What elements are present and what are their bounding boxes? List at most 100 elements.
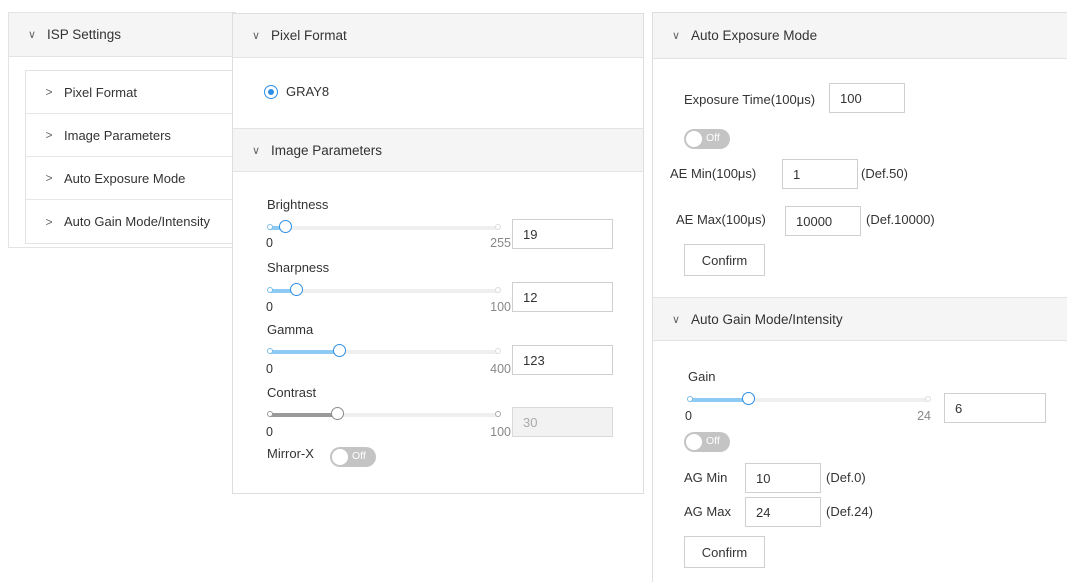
slider-max-dot xyxy=(925,396,931,402)
isp-settings-header[interactable]: ∨ ISP Settings xyxy=(9,13,235,57)
ag-max-input[interactable] xyxy=(745,497,821,527)
brightness-max: 255 xyxy=(490,236,511,250)
nav-item-auto-gain-mode[interactable]: > Auto Gain Mode/Intensity xyxy=(26,200,236,243)
toggle-state-text: Off xyxy=(706,435,720,447)
slider-handle[interactable] xyxy=(742,392,755,405)
image-parameters-header[interactable]: ∨ Image Parameters xyxy=(233,128,643,172)
gain-min: 0 xyxy=(685,409,692,423)
nav-item-label: Image Parameters xyxy=(64,127,171,143)
chevron-right-icon: > xyxy=(45,85,53,99)
slider-min-dot xyxy=(687,396,693,402)
brightness-slider[interactable] xyxy=(267,220,501,233)
slider-min-dot xyxy=(267,348,273,354)
mirror-x-label: Mirror-X xyxy=(267,446,314,461)
slider-max-dot xyxy=(495,224,501,230)
exposure-time-label: Exposure Time(100μs) xyxy=(684,92,816,107)
nav-item-label: Pixel Format xyxy=(64,84,137,100)
pixel-format-header[interactable]: ∨ Pixel Format xyxy=(233,14,643,58)
brightness-min: 0 xyxy=(266,236,273,250)
pixel-format-title: Pixel Format xyxy=(271,28,347,43)
chevron-right-icon: > xyxy=(45,128,53,142)
gain-input[interactable] xyxy=(944,393,1046,423)
isp-settings-panel: ∨ ISP Settings > Pixel Format > Image Pa… xyxy=(8,12,236,248)
ae-max-default: (Def.10000) xyxy=(866,212,935,227)
pixel-image-panel: ∨ Pixel Format GRAY8 ∨ Image Parameters … xyxy=(232,13,644,494)
isp-settings-list: > Pixel Format > Image Parameters > Auto… xyxy=(25,70,236,244)
contrast-max: 100 xyxy=(490,425,511,439)
mirror-x-toggle[interactable]: Off xyxy=(330,447,376,467)
contrast-slider xyxy=(267,407,501,420)
gamma-max: 400 xyxy=(490,362,511,376)
slider-handle[interactable] xyxy=(332,344,346,357)
toggle-state-text: Off xyxy=(706,132,720,144)
ae-min-input[interactable] xyxy=(782,159,858,189)
exposure-gain-panel: ∨ Auto Exposure Mode Exposure Time(100μs… xyxy=(652,12,1067,582)
slider-fill xyxy=(689,398,749,402)
chevron-down-icon: ∨ xyxy=(251,144,261,157)
slider-min-dot xyxy=(267,411,273,417)
gain-slider[interactable] xyxy=(687,392,931,405)
radio-dot xyxy=(267,88,274,95)
sharpness-min: 0 xyxy=(266,300,273,314)
chevron-right-icon: > xyxy=(45,171,53,185)
ag-max-label: AG Max xyxy=(684,504,731,519)
contrast-label: Contrast xyxy=(267,385,317,400)
sharpness-max: 100 xyxy=(490,300,511,314)
ae-min-label: AE Min(100μs) xyxy=(670,166,757,181)
ag-min-input[interactable] xyxy=(745,463,821,493)
gamma-slider[interactable] xyxy=(267,344,501,357)
brightness-input[interactable] xyxy=(512,219,613,249)
nav-item-image-parameters[interactable]: > Image Parameters xyxy=(26,114,236,157)
ag-min-label: AG Min xyxy=(684,470,728,485)
ag-confirm-button[interactable]: Confirm xyxy=(684,536,765,568)
ag-min-default: (Def.0) xyxy=(826,470,866,485)
sharpness-slider[interactable] xyxy=(267,283,501,296)
sharpness-input[interactable] xyxy=(512,282,613,312)
slider-handle[interactable] xyxy=(279,220,293,233)
gamma-min: 0 xyxy=(266,362,273,376)
slider-min-dot xyxy=(267,224,273,230)
slider-max-dot xyxy=(495,287,501,293)
nav-item-pixel-format[interactable]: > Pixel Format xyxy=(26,71,236,114)
chevron-right-icon: > xyxy=(45,214,53,229)
ae-confirm-button[interactable]: Confirm xyxy=(684,244,765,276)
nav-item-auto-exposure-mode[interactable]: > Auto Exposure Mode xyxy=(26,157,236,200)
toggle-knob xyxy=(686,131,702,147)
image-parameters-title: Image Parameters xyxy=(271,142,383,158)
gamma-input[interactable] xyxy=(512,345,613,375)
chevron-down-icon: ∨ xyxy=(251,30,261,42)
gray8-radio[interactable] xyxy=(264,85,278,99)
ag-max-default: (Def.24) xyxy=(826,504,873,519)
toggle-knob xyxy=(332,449,348,465)
slider-max-dot xyxy=(495,348,501,354)
toggle-state-text: Off xyxy=(352,450,366,462)
isp-settings-title: ISP Settings xyxy=(47,27,122,42)
chevron-down-icon: ∨ xyxy=(671,30,681,42)
exposure-time-input[interactable] xyxy=(829,83,905,113)
sharpness-label: Sharpness xyxy=(267,260,330,275)
gamma-label: Gamma xyxy=(267,322,314,337)
chevron-down-icon: ∨ xyxy=(27,29,37,41)
gain-max: 24 xyxy=(917,409,931,423)
ae-min-default: (Def.50) xyxy=(861,166,908,181)
contrast-min: 0 xyxy=(266,425,273,439)
slider-max-dot xyxy=(495,411,501,417)
auto-gain-header[interactable]: ∨ Auto Gain Mode/Intensity xyxy=(653,297,1067,341)
slider-fill xyxy=(269,350,340,354)
chevron-down-icon: ∨ xyxy=(671,313,681,326)
auto-exposure-title: Auto Exposure Mode xyxy=(691,28,818,43)
slider-fill xyxy=(269,413,338,417)
slider-min-dot xyxy=(267,287,273,293)
ae-max-input[interactable] xyxy=(785,206,861,236)
contrast-input xyxy=(512,407,613,437)
auto-gain-toggle[interactable]: Off xyxy=(684,432,730,452)
nav-item-label: Auto Exposure Mode xyxy=(64,170,186,186)
gray8-label: GRAY8 xyxy=(286,84,330,99)
slider-handle[interactable] xyxy=(289,283,303,296)
auto-exposure-header[interactable]: ∨ Auto Exposure Mode xyxy=(653,13,1067,59)
auto-exposure-toggle[interactable]: Off xyxy=(684,129,730,149)
nav-item-label: Auto Gain Mode/Intensity xyxy=(64,214,210,229)
ae-max-label: AE Max(100μs) xyxy=(676,212,766,227)
gain-label: Gain xyxy=(688,369,716,384)
slider-handle xyxy=(331,407,344,420)
